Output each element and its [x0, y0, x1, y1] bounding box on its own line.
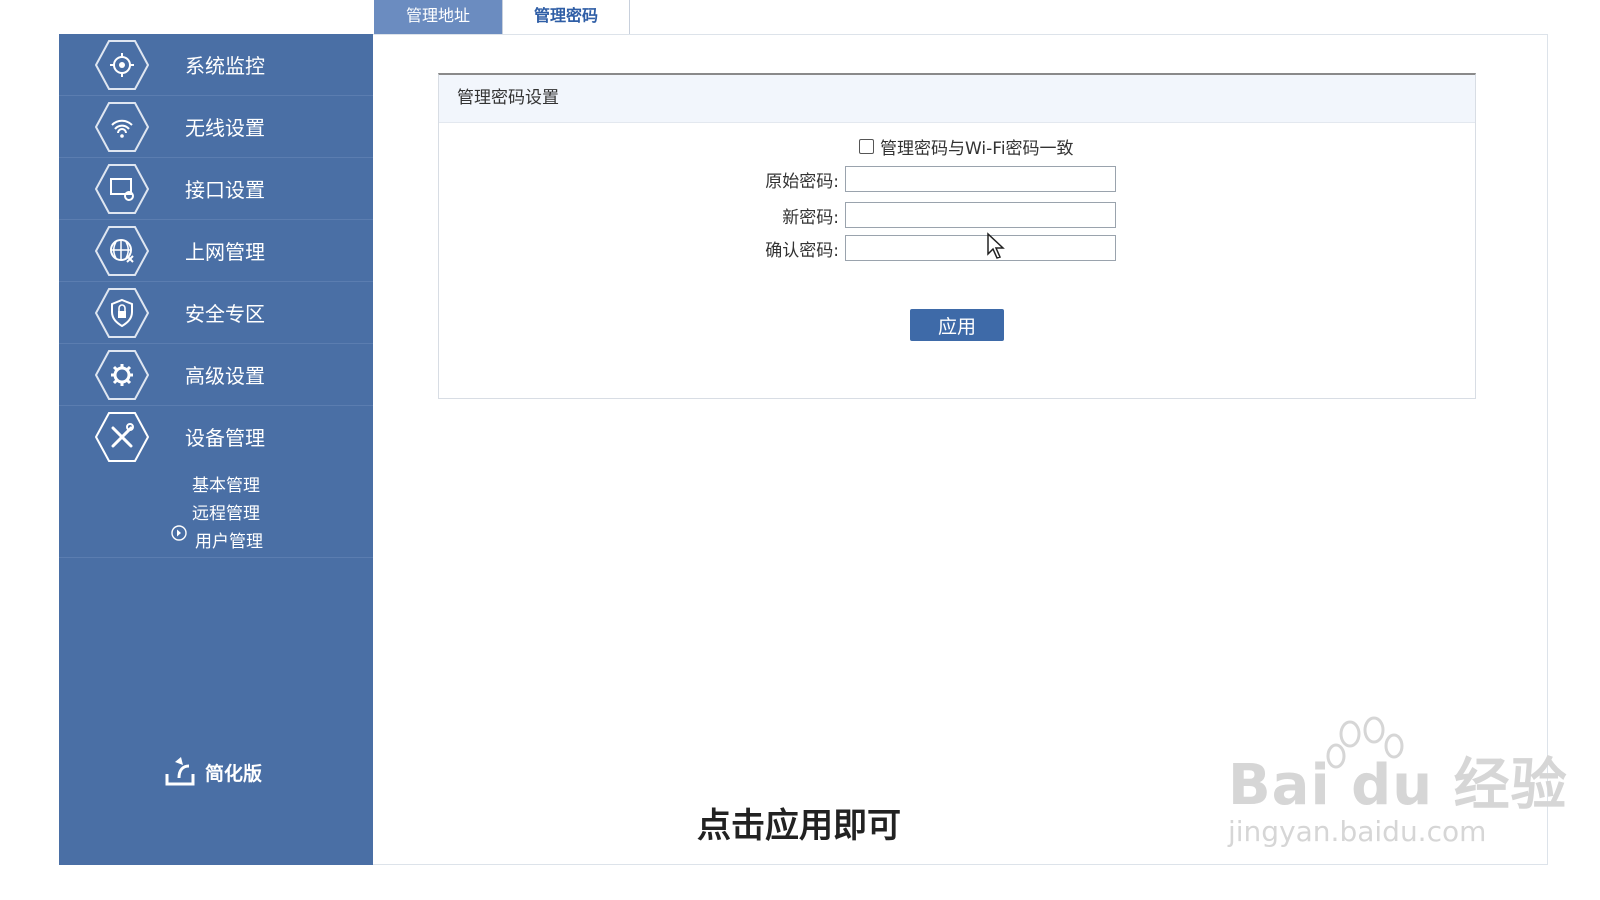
sidebar-item-label: 安全专区 — [185, 302, 265, 326]
sidebar-item-label: 高级设置 — [185, 364, 265, 388]
gear-icon — [95, 349, 149, 401]
sync-wifi-password-checkbox[interactable] — [859, 139, 874, 154]
sidebar-item-interface[interactable]: 接口设置 — [59, 158, 373, 220]
tab-manage-password[interactable]: 管理密码 — [502, 0, 630, 34]
sidebar-item-advanced[interactable]: 高级设置 — [59, 344, 373, 406]
apply-button[interactable]: 应用 — [910, 309, 1004, 341]
return-icon — [165, 757, 195, 786]
sidebar: 系统监控 无线设置 接口设置 上网管理 安全专区 高级设置 设备管理 基本管理 … — [59, 34, 373, 865]
security-icon — [95, 287, 149, 339]
old-password-label: 原始密码: — [765, 171, 839, 192]
sidebar-item-label: 设备管理 — [185, 426, 265, 450]
baidu-watermark: Bai du 经验 jingyan.baidu.com — [1228, 716, 1568, 848]
sidebar-item-internet[interactable]: 上网管理 — [59, 220, 373, 282]
mouse-cursor-icon — [987, 232, 1005, 259]
device-submenu: 基本管理 远程管理 用户管理 — [59, 467, 373, 558]
wireless-icon — [95, 101, 149, 153]
internet-icon — [95, 225, 149, 277]
panel-title: 管理密码设置 — [439, 75, 1475, 123]
submenu-remote[interactable]: 远程管理 — [192, 499, 260, 524]
new-password-input[interactable] — [845, 202, 1116, 228]
sidebar-item-label: 接口设置 — [185, 178, 265, 202]
sync-wifi-password-row: 管理密码与Wi-Fi密码一致 — [859, 134, 1074, 159]
sidebar-item-label: 无线设置 — [185, 116, 265, 140]
submenu-user[interactable]: 用户管理 — [195, 527, 263, 552]
chevron-right-icon — [171, 525, 187, 541]
new-password-label: 新密码: — [782, 207, 839, 228]
old-password-row: 原始密码: — [439, 166, 1116, 192]
system-monitor-icon — [95, 39, 149, 91]
simplified-label: 简化版 — [205, 762, 263, 785]
confirm-password-label: 确认密码: — [765, 240, 839, 261]
simplified-version-button[interactable]: 简化版 — [163, 756, 262, 788]
sidebar-item-label: 系统监控 — [185, 54, 265, 78]
video-subtitle: 点击应用即可 — [697, 806, 901, 846]
sidebar-item-wireless[interactable]: 无线设置 — [59, 96, 373, 158]
interface-icon — [95, 163, 149, 215]
old-password-input[interactable] — [845, 166, 1116, 192]
confirm-password-input[interactable] — [845, 235, 1116, 261]
sidebar-item-security[interactable]: 安全专区 — [59, 282, 373, 344]
submenu-basic[interactable]: 基本管理 — [192, 471, 260, 496]
tab-manage-address[interactable]: 管理地址 — [374, 0, 502, 34]
confirm-password-row: 确认密码: — [439, 235, 1116, 261]
top-tabs: 管理地址 管理密码 — [374, 0, 630, 34]
sidebar-item-system-monitor[interactable]: 系统监控 — [59, 34, 373, 96]
checkbox-label: 管理密码与Wi-Fi密码一致 — [880, 139, 1074, 159]
new-password-row: 新密码: — [439, 202, 1116, 228]
paw-logo-icon — [1326, 716, 1404, 769]
sidebar-item-label: 上网管理 — [185, 240, 265, 264]
password-settings-panel: 管理密码设置 管理密码与Wi-Fi密码一致 原始密码: 新密码: 确认密码: 应… — [438, 73, 1476, 399]
tools-icon — [95, 411, 149, 463]
sidebar-item-device[interactable]: 设备管理 — [59, 406, 373, 467]
